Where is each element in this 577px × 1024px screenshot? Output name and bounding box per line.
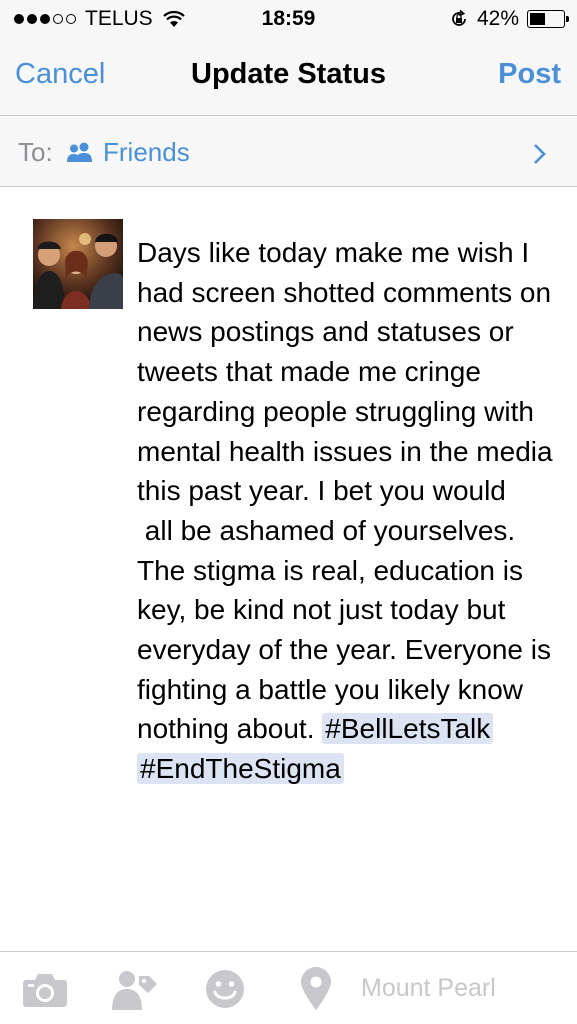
hashtag[interactable]: #BellLetsTalk (322, 713, 494, 745)
friends-icon (67, 142, 92, 162)
rotation-lock-icon (452, 9, 466, 26)
camera-icon[interactable] (22, 972, 68, 1008)
battery-percent: 42% (476, 7, 519, 30)
composer-toolbar: Mount Pearl (0, 951, 577, 1024)
tag-friends-icon[interactable] (112, 968, 158, 1010)
battery-icon (527, 10, 569, 28)
status-composer-text[interactable]: Days like today make me wish I had scree… (137, 233, 567, 789)
post-button[interactable]: Post (498, 58, 561, 91)
location-label[interactable]: Mount Pearl (361, 974, 496, 1003)
audience-value: Friends (103, 137, 190, 167)
navigation-bar: Cancel Update Status Post (0, 38, 577, 116)
status-right: 42% (449, 7, 569, 31)
hashtag[interactable]: #EndTheStigma (137, 753, 344, 785)
audience-selector[interactable]: To: Friends (0, 117, 577, 187)
avatar (33, 219, 123, 309)
location-pin-icon[interactable] (300, 967, 332, 1011)
chevron-right-icon (534, 144, 546, 164)
status-bar: TELUS 18:59 42% (0, 0, 577, 38)
feeling-icon[interactable] (205, 969, 245, 1009)
page-title: Update Status (191, 58, 386, 90)
to-label: To: (18, 137, 53, 167)
post-body-text: Days like today make me wish I had scree… (137, 237, 553, 745)
